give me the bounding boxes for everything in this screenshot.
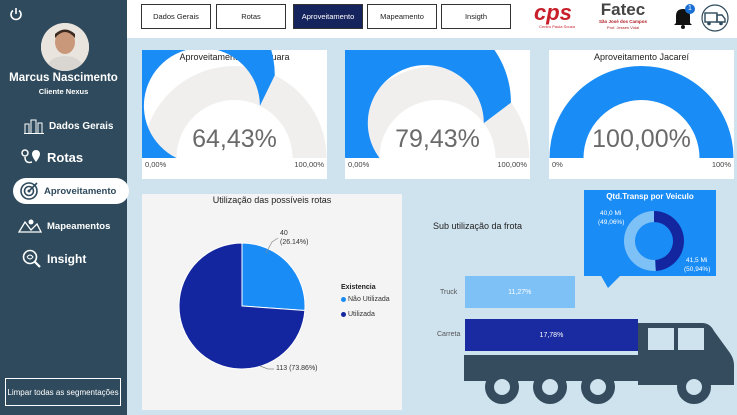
nav-item-aproveitamento[interactable]: Aproveitamento <box>13 178 129 204</box>
legend-item[interactable]: Utilizada <box>341 311 375 318</box>
nav-label: Dados Gerais <box>49 120 114 132</box>
legend-swatch <box>341 297 346 302</box>
gauge-chart <box>549 65 734 158</box>
fleet-bar-truck[interactable]: 11,27% <box>465 276 575 308</box>
gauge-max-label: 100,00% <box>497 160 527 169</box>
cps-logo: cps Centro Paula Souza <box>534 0 575 30</box>
gauge-max-label: 100% <box>711 160 731 169</box>
legend-title: Existencia <box>341 284 376 291</box>
donut-slice <box>654 211 685 271</box>
donut-left-pct: (49,06%) <box>598 219 625 226</box>
gauge-card-araraquara: Aproveitamento Araraquara 64,43% 0,00% 1… <box>142 50 327 179</box>
nav-label: Insight <box>47 252 87 266</box>
gauge-max-label: 100,00% <box>294 160 324 169</box>
pie-card: Utilização das possíveis rotas 40 (26.14… <box>142 194 402 410</box>
brain-icon <box>22 249 41 268</box>
nav-item-insight[interactable]: Insight <box>22 249 86 269</box>
bar-category-label: Carreta <box>437 331 461 338</box>
truck-icon <box>701 4 729 32</box>
bubble-tail <box>600 274 622 288</box>
legend-swatch <box>341 312 346 317</box>
tab-dados-gerais[interactable]: Dados Gerais <box>141 4 211 29</box>
legend-label: Utilizada <box>348 311 375 318</box>
tab-insigth[interactable]: Insigth <box>441 4 511 29</box>
pie-slice-não-utilizada <box>241 242 306 312</box>
donut-card: Qtd.Transp por Veiculo 40,0 Mi (49,06%) … <box>584 190 716 276</box>
fleet-title: Sub utilização da frota <box>433 221 523 231</box>
notification-badge: 1 <box>685 4 695 14</box>
donut-slice <box>624 211 656 271</box>
gauge-card-jacarei: Aproveitamento Jacareí 100,00% 0% 100% <box>549 50 734 179</box>
bar-value-label: 11,27% <box>508 288 532 296</box>
nav-label: Aproveitamento <box>44 185 117 197</box>
fatec-logo: Fatec São José dos Campos Prof. Jessen V… <box>598 0 647 30</box>
map-icon <box>18 219 42 233</box>
top-bar: Dados Gerais Rotas Aproveitamento Mapeam… <box>127 0 737 38</box>
donut-right-value: 41,5 Mi <box>686 257 708 264</box>
gauge-min-label: 0,00% <box>348 160 370 169</box>
avatar <box>41 23 89 71</box>
pie-label-value: 40 <box>280 230 288 237</box>
donut-right-pct: (50,94%) <box>684 266 711 273</box>
donut-left-value: 40,0 Mi <box>600 210 622 217</box>
pie-leader-line <box>259 365 274 370</box>
nav-label: Rotas <box>47 149 84 165</box>
nav-item-dados-gerais[interactable]: Dados Gerais <box>24 118 113 134</box>
notification-bell[interactable]: 1 <box>671 4 695 29</box>
nav-label: Mapeamentos <box>47 220 111 232</box>
gauge-min-label: 0,00% <box>145 160 167 169</box>
nav-item-rotas[interactable]: Rotas <box>20 148 83 166</box>
target-icon <box>20 182 38 200</box>
bar-category-label: Truck <box>440 289 458 296</box>
nav-item-mapeamentos[interactable]: Mapeamentos <box>18 218 110 234</box>
gauge-value: 100,00% <box>592 125 691 153</box>
gauge-min-label: 0% <box>552 160 563 169</box>
route-icon <box>21 149 40 164</box>
gauge-value: 79,43% <box>395 125 480 153</box>
pie-label-pct: (26.14%) <box>280 239 309 246</box>
legend-item[interactable]: Não Utilizada <box>341 296 390 303</box>
tab-rotas[interactable]: Rotas <box>216 4 286 29</box>
tab-aproveitamento[interactable]: Aproveitamento <box>293 4 363 29</box>
legend-label: Não Utilizada <box>348 296 390 303</box>
pie-label-value: 113 (73.86%) <box>276 365 318 372</box>
power-icon[interactable] <box>8 6 24 22</box>
tab-mapeamento[interactable]: Mapeamento <box>367 4 437 29</box>
user-client: Cliente Nexus <box>38 87 89 96</box>
sidebar: Marcus Nascimento Cliente Nexus Dados Ge… <box>0 0 129 415</box>
user-name: Marcus Nascimento <box>9 72 118 84</box>
clear-filters-button[interactable]: Limpar todas as segmentações <box>5 378 121 406</box>
city-icon <box>24 119 44 134</box>
gauge-card-itu: Aproveitamento Itu 79,43% 0,00% 100,00% <box>345 50 530 179</box>
gauge-value: 64,43% <box>192 125 277 153</box>
truck-illustration <box>464 323 734 404</box>
